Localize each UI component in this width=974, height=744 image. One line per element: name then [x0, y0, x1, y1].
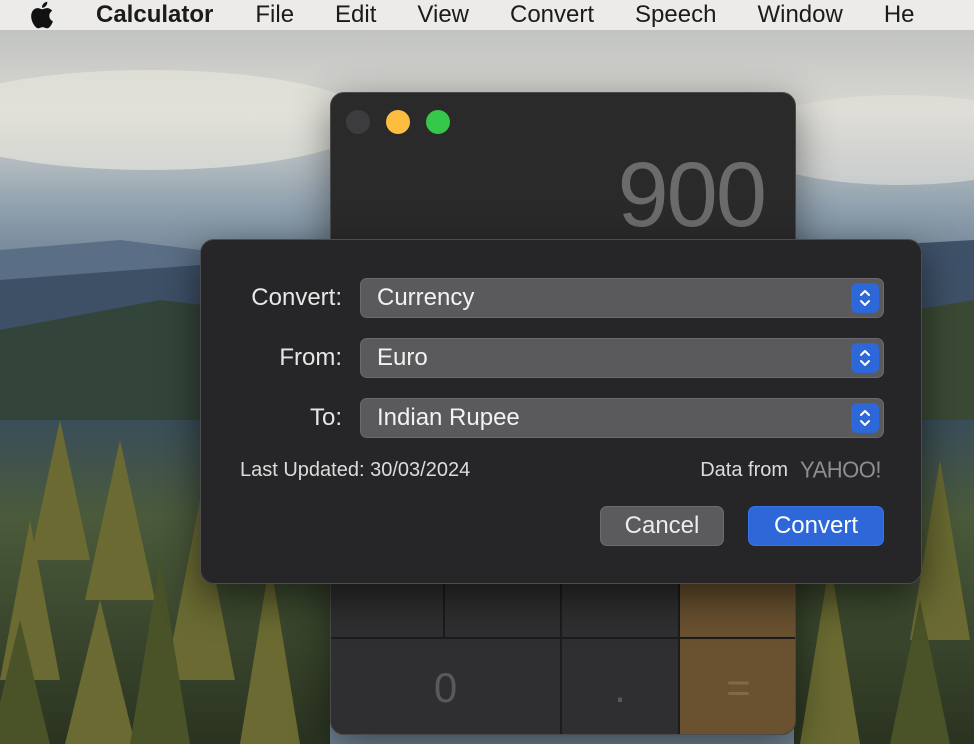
to-row: To: Indian Rupee	[201, 398, 921, 438]
calculator-display: 900	[617, 144, 767, 246]
to-popup[interactable]: Indian Rupee	[360, 398, 884, 438]
key-0-label: 0	[433, 663, 458, 711]
zoom-window-button[interactable]	[426, 110, 450, 134]
key-decimal-label: .	[614, 663, 626, 711]
key-decimal[interactable]: .	[562, 639, 678, 734]
menu-edit[interactable]: Edit	[335, 0, 376, 30]
to-value: Indian Rupee	[377, 404, 520, 431]
last-updated-text: Last Updated: 30/03/2024	[240, 459, 471, 481]
menu-speech[interactable]: Speech	[635, 0, 716, 30]
data-from-label: Data from	[700, 459, 789, 481]
menu-convert[interactable]: Convert	[510, 0, 594, 30]
menu-app-calculator[interactable]: Calculator	[96, 0, 213, 30]
menu-help[interactable]: He	[884, 0, 915, 30]
convert-type-value: Currency	[377, 284, 475, 311]
popup-chevron-icon	[851, 283, 879, 313]
convert-sheet: Convert: Currency From: Euro To: Indian …	[200, 239, 922, 584]
to-label: To:	[309, 404, 342, 431]
menu-window[interactable]: Window	[757, 0, 842, 30]
convert-button[interactable]: Convert	[748, 506, 884, 546]
menu-view[interactable]: View	[417, 0, 469, 30]
key-equals[interactable]: =	[680, 639, 795, 734]
convert-type-row: Convert: Currency	[201, 278, 921, 318]
minimize-window-button[interactable]	[386, 110, 410, 134]
from-label: From:	[279, 344, 342, 371]
menu-file[interactable]: File	[255, 0, 294, 30]
popup-chevron-icon	[851, 403, 879, 433]
popup-chevron-icon	[851, 343, 879, 373]
from-popup[interactable]: Euro	[360, 338, 884, 378]
convert-type-label: Convert:	[251, 284, 342, 311]
cancel-button[interactable]: Cancel	[600, 506, 724, 546]
menu-bar: Calculator File Edit View Convert Speech…	[0, 0, 974, 30]
from-value: Euro	[377, 344, 428, 371]
key-0[interactable]: 0	[331, 639, 560, 734]
yahoo-logo[interactable]: YAHOO!	[800, 456, 881, 483]
data-source: Data from YAHOO!	[700, 456, 881, 483]
key-equals-label: =	[726, 663, 751, 711]
close-window-button[interactable]	[346, 110, 370, 134]
apple-menu-icon[interactable]	[28, 1, 56, 29]
convert-type-popup[interactable]: Currency	[360, 278, 884, 318]
from-row: From: Euro	[201, 338, 921, 378]
